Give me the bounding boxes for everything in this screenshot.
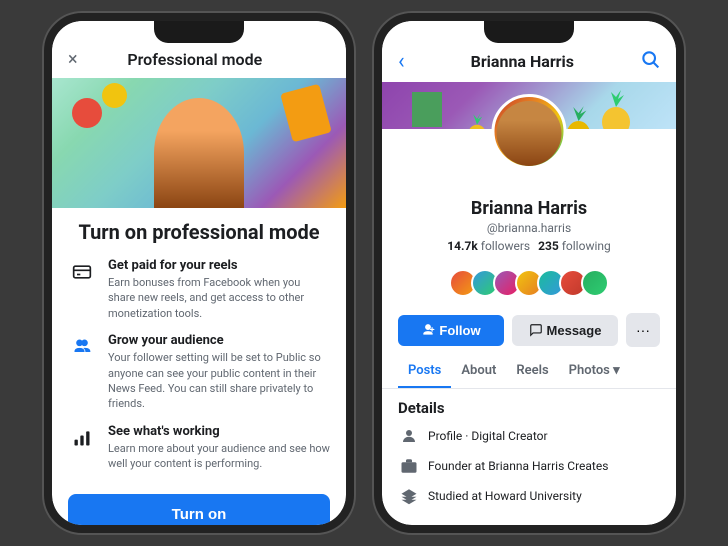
friend-avatar-7	[581, 269, 609, 297]
message-button[interactable]: Message	[512, 315, 618, 346]
feature-analytics: See what's working Learn more about your…	[68, 424, 330, 472]
action-buttons: Follow Message ···	[382, 305, 676, 355]
pineapple-3	[561, 102, 596, 129]
detail-work: Founder at Brianna Harris Creates	[398, 455, 660, 477]
feature-reels: Get paid for your reels Earn bonuses fro…	[68, 258, 330, 321]
detail-education: Studied at Howard University	[398, 485, 660, 507]
work-icon	[398, 455, 420, 477]
left-header-title: Professional mode	[127, 50, 262, 69]
tab-reels[interactable]: Reels	[506, 355, 558, 388]
audience-icon	[68, 333, 96, 361]
tab-about[interactable]: About	[451, 355, 506, 388]
pineapple-1	[412, 92, 442, 127]
avatar	[492, 94, 567, 169]
followers-count: 14.7k followers	[447, 239, 530, 253]
profile-avatar-wrap	[398, 129, 660, 153]
hero-decoration-rect	[280, 84, 332, 143]
feature-audience-text: Grow your audience Your follower setting…	[108, 333, 330, 412]
more-button[interactable]: ···	[626, 313, 660, 347]
feature-analytics-text: See what's working Learn more about your…	[108, 424, 330, 472]
hero-decoration-small	[102, 83, 127, 108]
profile-icon	[398, 425, 420, 447]
tab-photos[interactable]: Photos ▾	[559, 355, 630, 388]
friend-avatars	[382, 269, 676, 297]
detail-creator-text: Profile · Digital Creator	[428, 429, 548, 443]
left-phone: × Professional mode Turn on professional…	[44, 13, 354, 533]
profile-tabs: Posts About Reels Photos ▾	[382, 355, 676, 389]
hero-image	[52, 78, 346, 208]
right-phone: ‹ Brianna Harris	[374, 13, 684, 533]
left-screen: × Professional mode Turn on professional…	[52, 21, 346, 525]
close-icon[interactable]: ×	[68, 49, 78, 70]
details-section: Details Profile · Digital Creator Founde…	[382, 389, 676, 525]
avatar-face	[497, 101, 562, 166]
detail-work-text: Founder at Brianna Harris Creates	[428, 459, 608, 473]
feature-reels-text: Get paid for your reels Earn bonuses fro…	[108, 258, 330, 321]
main-title: Turn on professional mode	[68, 220, 330, 244]
hero-person	[154, 98, 244, 208]
analytics-icon	[68, 424, 96, 452]
left-content: Turn on professional mode Get paid for y…	[52, 208, 346, 525]
search-icon[interactable]	[640, 49, 660, 74]
money-icon	[68, 258, 96, 286]
follow-button[interactable]: Follow	[398, 315, 504, 346]
profile-name: Brianna Harris	[398, 198, 660, 219]
pineapple-2	[596, 87, 636, 129]
phone-notch-right	[484, 21, 574, 43]
turn-on-button[interactable]: Turn on	[68, 494, 330, 525]
phone-notch	[154, 21, 244, 43]
following-count: 235 following	[538, 239, 611, 253]
feature-audience: Grow your audience Your follower setting…	[68, 333, 330, 412]
hero-decoration-circle	[72, 98, 102, 128]
tab-posts[interactable]: Posts	[398, 355, 451, 388]
detail-creator: Profile · Digital Creator	[398, 425, 660, 447]
details-title: Details	[398, 399, 660, 417]
right-header-title: Brianna Harris	[471, 52, 574, 71]
back-button[interactable]: ‹	[398, 49, 405, 74]
pineapple-4	[462, 107, 492, 129]
profile-handle: @brianna.harris	[398, 221, 660, 235]
right-screen: ‹ Brianna Harris	[382, 21, 676, 525]
detail-education-text: Studied at Howard University	[428, 489, 582, 503]
education-icon	[398, 485, 420, 507]
profile-stats: 14.7k followers 235 following	[398, 239, 660, 253]
